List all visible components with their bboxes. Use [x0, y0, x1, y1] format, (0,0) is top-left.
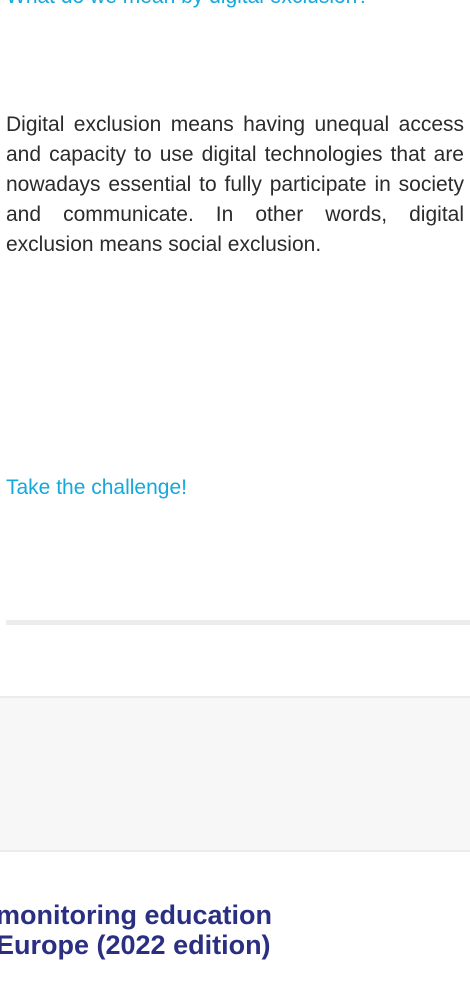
digital-exclusion-question-link[interactable]: What do we mean by digital exclusion? — [6, 0, 464, 12]
article-title-line-2: Europe (2022 edition) — [0, 930, 271, 960]
article-title[interactable]: monitoring education Europe (2022 editio… — [0, 900, 470, 960]
article-title-line-1: monitoring education — [0, 900, 272, 930]
take-the-challenge-link[interactable]: Take the challenge! — [6, 473, 187, 503]
digital-exclusion-description: Digital exclusion means having unequal a… — [6, 113, 464, 256]
section-divider — [6, 620, 470, 625]
grey-content-panel — [0, 696, 470, 852]
